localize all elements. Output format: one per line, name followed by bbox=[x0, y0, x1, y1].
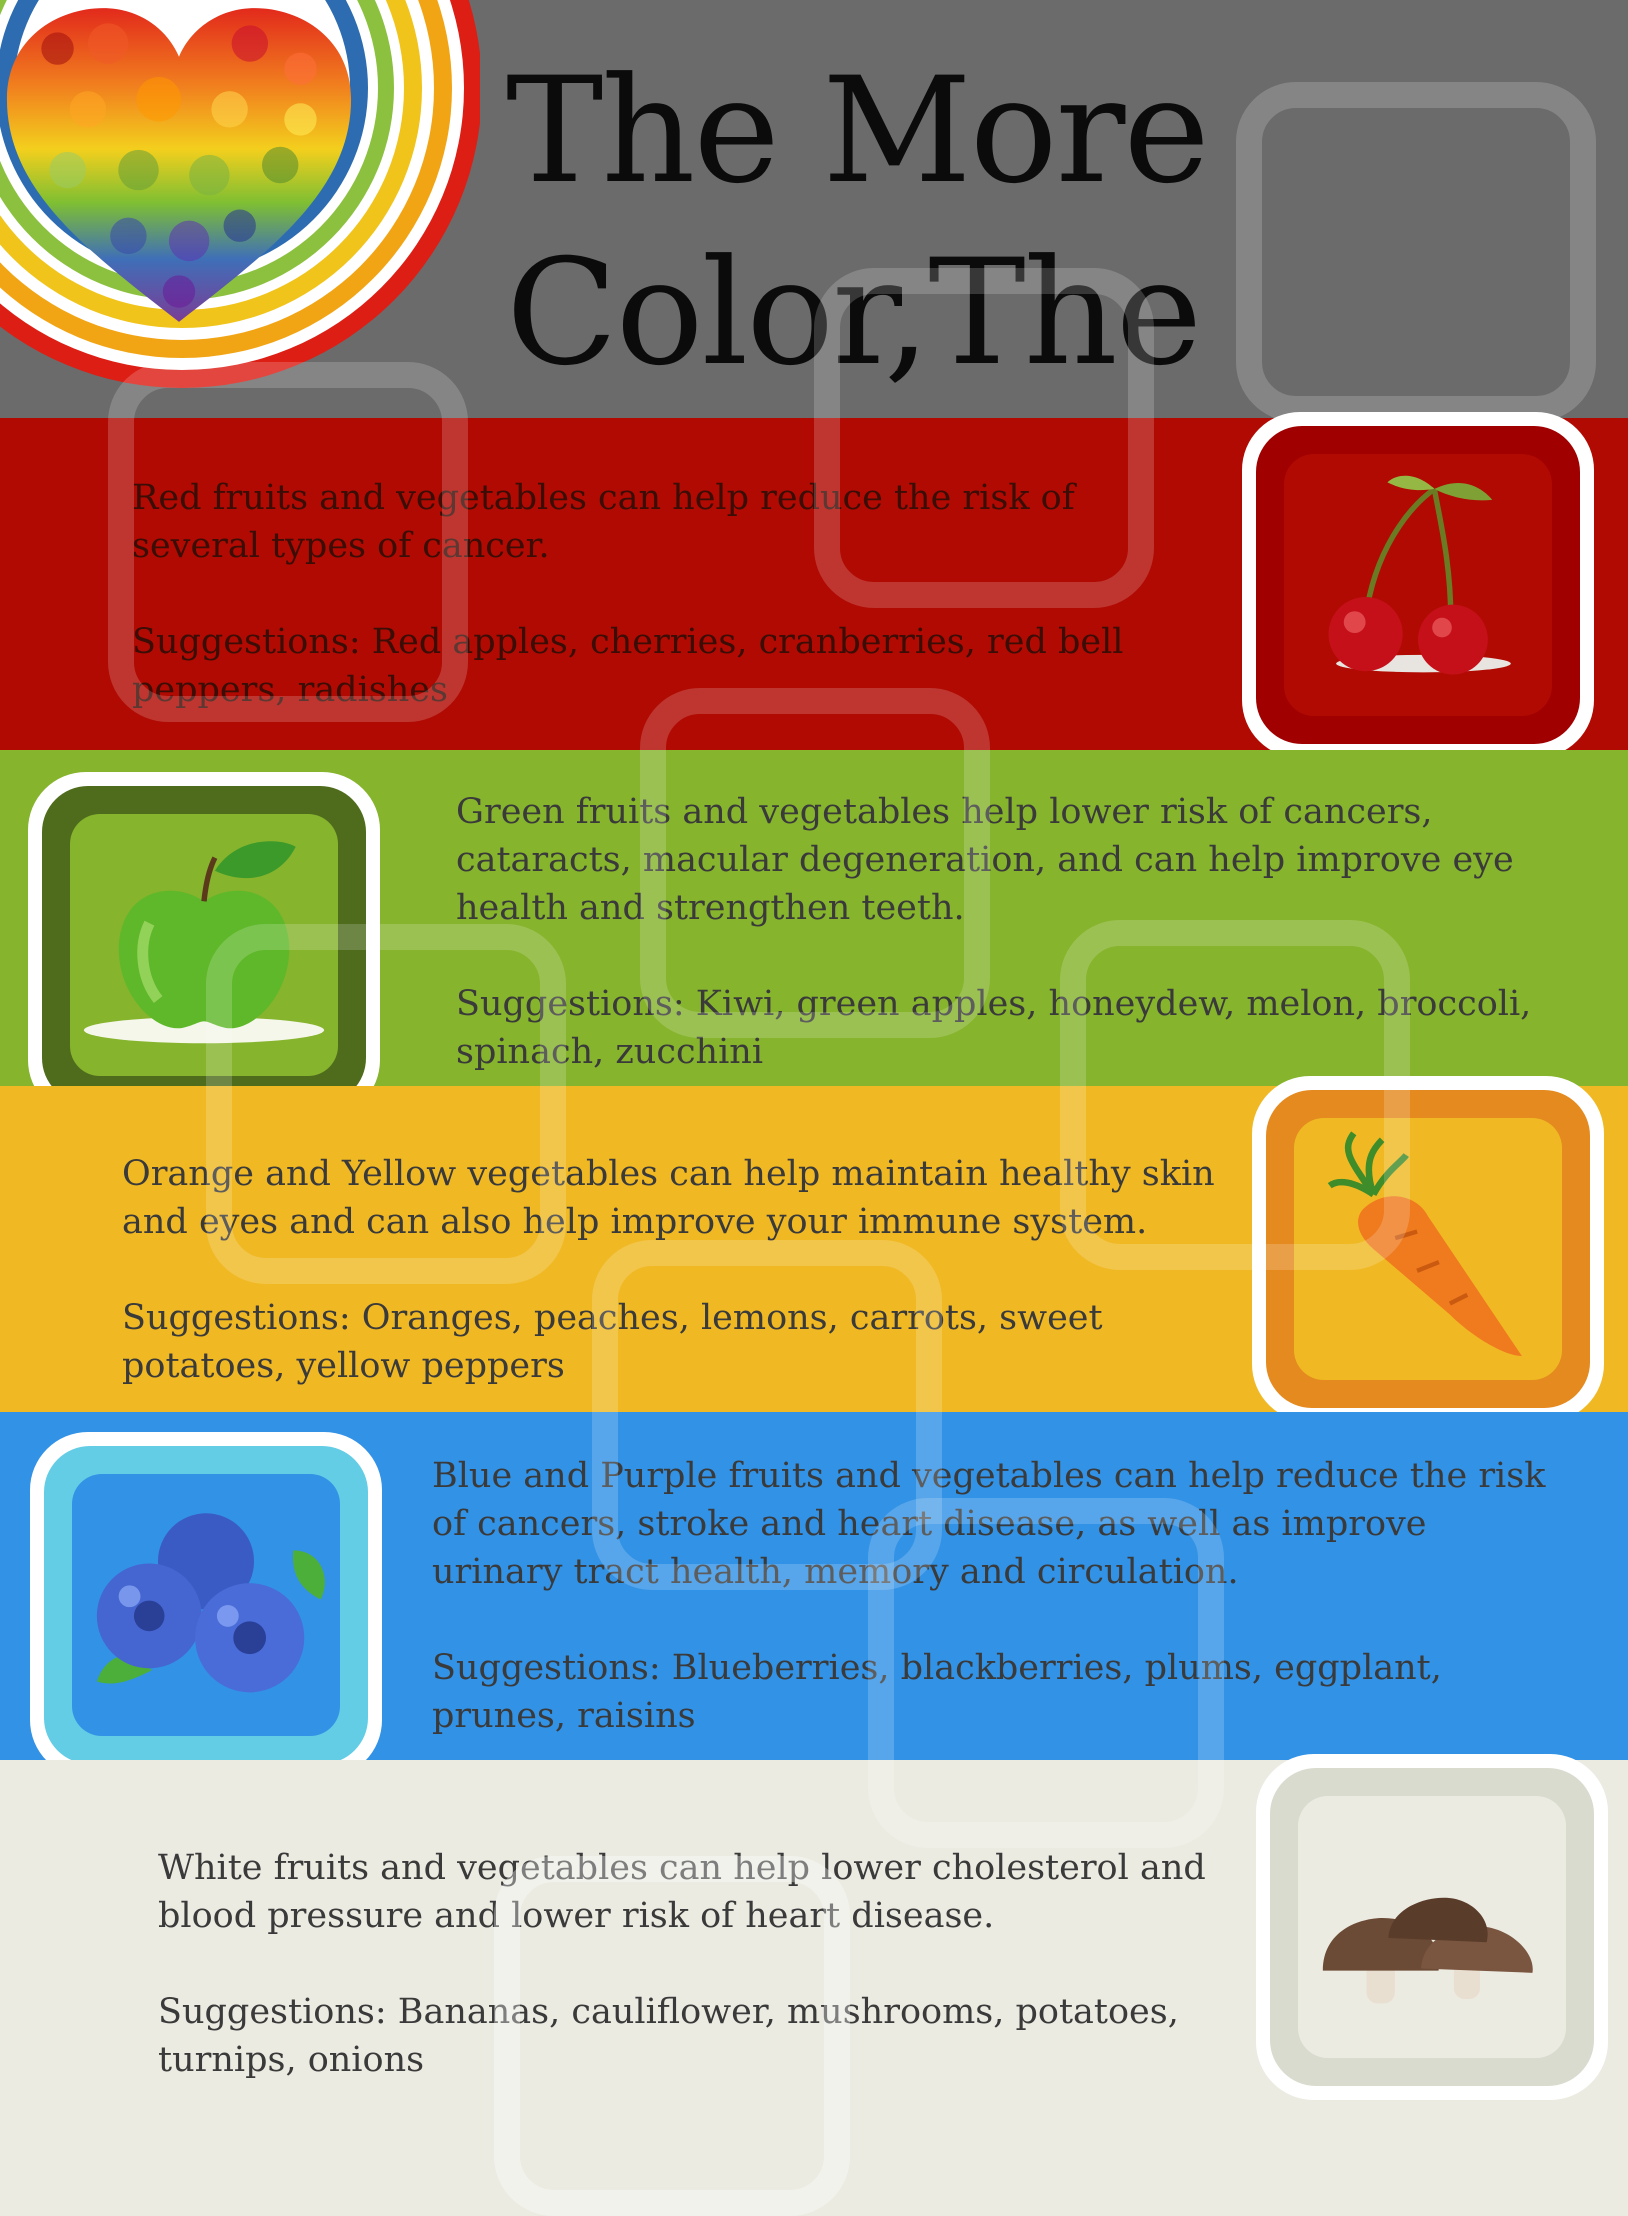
section-text: Blue and Purple fruits and vegetables ca… bbox=[432, 1452, 1562, 1740]
title-line-1: The More bbox=[506, 46, 1210, 216]
section-blue: Blue and Purple fruits and vegetables ca… bbox=[0, 1412, 1628, 1778]
section-description: Red fruits and vegetables can help reduc… bbox=[132, 478, 1075, 566]
green-apple-icon bbox=[83, 841, 325, 1044]
icon-tile-white bbox=[1256, 1754, 1608, 2100]
section-text: Red fruits and vegetables can help reduc… bbox=[132, 474, 1172, 714]
carrot-icon bbox=[1327, 1131, 1522, 1356]
section-yellow: Orange and Yellow vegetables can help ma… bbox=[0, 1076, 1628, 1422]
header-band: The More Color,The Better bbox=[0, 0, 1628, 580]
blueberries-icon bbox=[96, 1513, 325, 1693]
section-description: Orange and Yellow vegetables can help ma… bbox=[122, 1154, 1215, 1242]
section-red: Red fruits and vegetables can help reduc… bbox=[0, 412, 1628, 758]
cherries-icon bbox=[1328, 475, 1511, 675]
icon-tile-blue bbox=[30, 1432, 382, 1778]
icon-tile-green bbox=[28, 772, 380, 1118]
section-description: Blue and Purple fruits and vegetables ca… bbox=[432, 1456, 1546, 1592]
section-suggestions: Suggestions: Bananas, cauliflower, mushr… bbox=[158, 1992, 1179, 2080]
section-text: Green fruits and vegetables help lower r… bbox=[456, 788, 1566, 1076]
section-suggestions: Suggestions: Oranges, peaches, lemons, c… bbox=[122, 1298, 1103, 1386]
section-suggestions: Suggestions: Red apples, cherries, cranb… bbox=[132, 622, 1124, 710]
section-white: White fruits and vegetables can help low… bbox=[0, 1754, 1628, 2110]
fruit-heart-icon bbox=[6, 8, 352, 322]
section-text: Orange and Yellow vegetables can help ma… bbox=[122, 1150, 1222, 1390]
section-green: Green fruits and vegetables help lower r… bbox=[0, 750, 1628, 1118]
rainbow-rings bbox=[0, 0, 480, 420]
section-description: White fruits and vegetables can help low… bbox=[158, 1848, 1206, 1936]
section-description: Green fruits and vegetables help lower r… bbox=[456, 792, 1514, 928]
section-suggestions: Suggestions: Kiwi, green apples, honeyde… bbox=[456, 984, 1532, 1072]
section-text: White fruits and vegetables can help low… bbox=[158, 1844, 1218, 2084]
icon-tile-yellow bbox=[1252, 1076, 1604, 1422]
icon-tile-red bbox=[1242, 412, 1594, 758]
section-suggestions: Suggestions: Blueberries, blackberries, … bbox=[432, 1648, 1442, 1736]
mushrooms-icon bbox=[1322, 1897, 1533, 2004]
